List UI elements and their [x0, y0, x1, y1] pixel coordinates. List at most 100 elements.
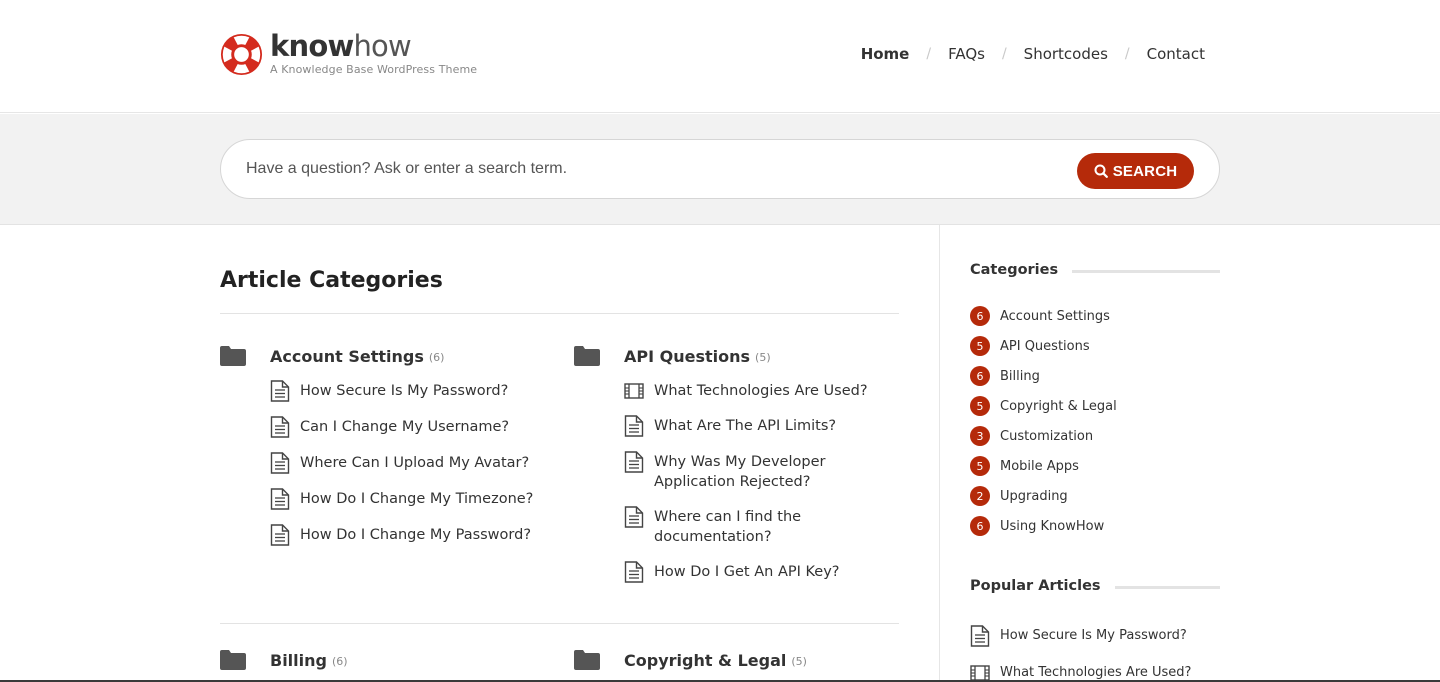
count-badge: 5 — [970, 456, 990, 476]
article-link[interactable]: How Secure Is My Password? — [300, 381, 508, 401]
sidebar-category-item[interactable]: 6 Account Settings — [970, 301, 1117, 331]
site-header: knowhow A Knowledge Base WordPress Theme… — [0, 0, 1440, 113]
folder-icon — [220, 650, 246, 670]
folder-icon — [574, 650, 600, 670]
popular-article-list: How Secure Is My Password? What Technolo… — [970, 617, 1191, 682]
article-link[interactable]: How Do I Change My Timezone? — [300, 489, 533, 509]
article-link[interactable]: Can I Change My Username? — [300, 417, 509, 437]
document-icon — [624, 506, 644, 528]
widget-title-categories: Categories — [970, 262, 1220, 278]
sidebar-category-item[interactable]: 6 Billing — [970, 361, 1117, 391]
film-icon — [624, 383, 644, 399]
category-count: (6) — [331, 654, 348, 668]
divider — [220, 623, 899, 624]
article-item[interactable]: What Technologies Are Used? — [624, 381, 904, 401]
article-link[interactable]: What Are The API Limits? — [654, 416, 836, 436]
category-link[interactable]: Account Settings — [270, 347, 424, 366]
article-link[interactable]: Where can I find the documentation? — [654, 507, 854, 547]
nav-contact-link[interactable]: Contact — [1147, 45, 1205, 63]
search-icon — [1094, 164, 1108, 178]
sidebar-category-item[interactable]: 5 API Questions — [970, 331, 1117, 361]
article-link[interactable]: Why Was My Developer Application Rejecte… — [654, 452, 854, 492]
popular-article-item[interactable]: What Technologies Are Used? — [970, 654, 1191, 682]
sidebar-category-link[interactable]: Mobile Apps — [1000, 459, 1079, 474]
article-link[interactable]: How Do I Get An API Key? — [654, 562, 839, 582]
sidebar-category-item[interactable]: 3 Customization — [970, 421, 1117, 451]
category-block-account-settings: Account Settings (6) How Secure Is My Pa… — [220, 344, 550, 561]
search-input[interactable] — [246, 140, 1066, 198]
nav-shortcodes-link[interactable]: Shortcodes — [1024, 45, 1108, 63]
popular-article-link[interactable]: How Secure Is My Password? — [1000, 628, 1187, 643]
article-link[interactable]: Where Can I Upload My Avatar? — [300, 453, 529, 473]
article-item[interactable]: How Do I Get An API Key? — [624, 561, 904, 583]
sidebar-category-link[interactable]: Copyright & Legal — [1000, 399, 1117, 414]
page-title: Article Categories — [220, 268, 443, 293]
search-band: SEARCH — [0, 114, 1440, 225]
widget-title-text: Categories — [970, 262, 1059, 278]
document-icon — [270, 488, 290, 510]
sidebar-category-list: 6 Account Settings 5 API Questions 6 Billin… — [970, 301, 1117, 541]
sidebar-category-item[interactable]: 2 Upgrading — [970, 481, 1117, 511]
lifebuoy-logo-icon — [220, 33, 263, 76]
nav-separator: / — [1124, 46, 1130, 62]
logo-tagline: A Knowledge Base WordPress Theme — [270, 63, 478, 76]
article-item[interactable]: How Do I Change My Password? — [270, 524, 550, 546]
article-list: How Secure Is My Password? Can I Change … — [270, 380, 550, 546]
article-item[interactable]: Where can I find the documentation? — [624, 506, 904, 547]
count-badge: 5 — [970, 396, 990, 416]
nav-faqs-link[interactable]: FAQs — [948, 45, 985, 63]
article-item[interactable]: What Are The API Limits? — [624, 415, 904, 437]
sidebar-category-link[interactable]: Billing — [1000, 369, 1040, 384]
count-badge: 2 — [970, 486, 990, 506]
document-icon — [624, 451, 644, 473]
document-icon — [270, 380, 290, 402]
widget-title-rule — [1072, 270, 1220, 273]
document-icon — [270, 452, 290, 474]
divider — [220, 313, 899, 314]
widget-title-rule — [1114, 586, 1220, 589]
folder-icon — [220, 346, 246, 366]
sidebar-category-link[interactable]: Customization — [1000, 429, 1093, 444]
article-item[interactable]: How Do I Change My Timezone? — [270, 488, 550, 510]
article-item[interactable]: Why Was My Developer Application Rejecte… — [624, 451, 904, 492]
document-icon — [270, 416, 290, 438]
category-link[interactable]: Copyright & Legal — [624, 651, 786, 670]
category-count: (6) — [428, 350, 445, 364]
document-icon — [270, 524, 290, 546]
sidebar-category-item[interactable]: 5 Copyright & Legal — [970, 391, 1117, 421]
nav-home-link[interactable]: Home — [861, 45, 910, 63]
sidebar-category-link[interactable]: Using KnowHow — [1000, 519, 1104, 534]
count-badge: 3 — [970, 426, 990, 446]
article-item[interactable]: How Secure Is My Password? — [270, 380, 550, 402]
document-icon — [624, 561, 644, 583]
sidebar-divider — [939, 225, 940, 682]
site-logo[interactable]: knowhow A Knowledge Base WordPress Theme — [219, 29, 478, 77]
category-link[interactable]: API Questions — [624, 347, 750, 366]
nav-separator: / — [926, 46, 932, 62]
count-badge: 6 — [970, 516, 990, 536]
sidebar-category-link[interactable]: API Questions — [1000, 339, 1090, 354]
sidebar-category-item[interactable]: 5 Mobile Apps — [970, 451, 1117, 481]
category-block-api-questions: API Questions (5) What Technologies Are … — [574, 344, 904, 598]
search-box: SEARCH — [220, 139, 1220, 199]
sidebar-category-item[interactable]: 6 Using KnowHow — [970, 511, 1117, 541]
category-count: (5) — [791, 654, 807, 668]
sidebar-category-link[interactable]: Upgrading — [1000, 489, 1068, 504]
popular-article-link[interactable]: What Technologies Are Used? — [1000, 665, 1191, 680]
article-list: What Technologies Are Used? What Are The… — [624, 381, 904, 583]
popular-article-item[interactable]: How Secure Is My Password? — [970, 617, 1191, 654]
nav-separator: / — [1001, 46, 1007, 62]
article-link[interactable]: What Technologies Are Used? — [654, 381, 868, 401]
article-item[interactable]: Can I Change My Username? — [270, 416, 550, 438]
article-item[interactable]: Where Can I Upload My Avatar? — [270, 452, 550, 474]
article-link[interactable]: How Do I Change My Password? — [300, 525, 531, 545]
sidebar-category-link[interactable]: Account Settings — [1000, 309, 1110, 324]
film-icon — [970, 664, 990, 681]
logo-wordmark: knowhow — [270, 29, 412, 63]
document-icon — [970, 624, 990, 647]
document-icon — [624, 415, 644, 437]
count-badge: 6 — [970, 306, 990, 326]
widget-title-text: Popular Articles — [970, 578, 1101, 594]
category-link[interactable]: Billing — [270, 651, 327, 670]
search-button[interactable]: SEARCH — [1077, 153, 1194, 189]
